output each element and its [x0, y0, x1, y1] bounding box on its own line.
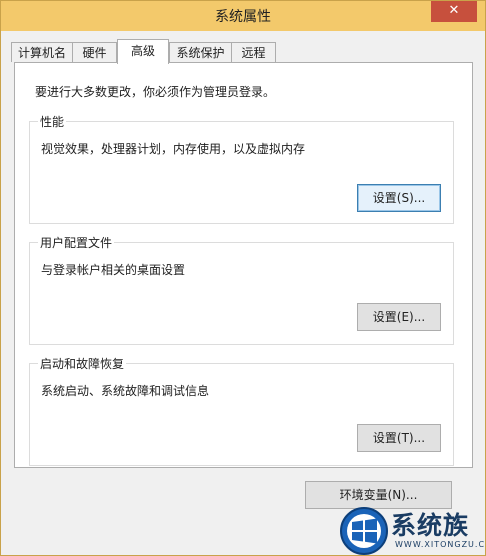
startup-recovery-description: 系统启动、系统故障和调试信息	[41, 384, 210, 398]
performance-description: 视觉效果，处理器计划，内存使用，以及虚拟内存	[41, 142, 306, 156]
user-profiles-description: 与登录帐户相关的桌面设置	[41, 263, 186, 277]
system-properties-window: 系统属性 ✕ 计算机名 硬件 高级 系统保护 远程 要进行大多数更改，你必须作为…	[0, 0, 486, 556]
admin-notice: 要进行大多数更改，你必须作为管理员登录。	[35, 85, 276, 99]
tab-advanced[interactable]: 高级	[117, 39, 169, 64]
user-profiles-group-title: 用户配置文件	[38, 234, 115, 251]
watermark-url: WWW.XITONGZU.COM	[395, 540, 486, 549]
performance-settings-button[interactable]: 设置(S)...	[357, 184, 441, 212]
user-profiles-settings-button[interactable]: 设置(E)...	[357, 303, 441, 331]
tab-remote[interactable]: 远程	[231, 42, 276, 62]
performance-group: 性能 视觉效果，处理器计划，内存使用，以及虚拟内存 设置(S)...	[29, 113, 454, 224]
window-title: 系统属性	[215, 9, 271, 25]
close-button[interactable]: ✕	[431, 1, 477, 22]
tab-computer-name[interactable]: 计算机名	[11, 42, 73, 62]
user-profiles-group: 用户配置文件 与登录帐户相关的桌面设置 设置(E)...	[29, 234, 454, 345]
watermark-logo: 系统族 WWW.XITONGZU.COM	[339, 504, 486, 555]
startup-recovery-group: 启动和故障恢复 系统启动、系统故障和调试信息 设置(T)...	[29, 355, 454, 466]
watermark-text: 系统族	[391, 511, 470, 540]
title-bar[interactable]: 系统属性 ✕	[1, 1, 485, 31]
tab-hardware[interactable]: 硬件	[72, 42, 117, 62]
startup-recovery-group-title: 启动和故障恢复	[38, 355, 127, 372]
startup-recovery-settings-button[interactable]: 设置(T)...	[357, 424, 441, 452]
advanced-tab-panel: 要进行大多数更改，你必须作为管理员登录。 性能 视觉效果，处理器计划，内存使用，…	[14, 62, 473, 468]
close-icon: ✕	[448, 3, 460, 18]
performance-group-title: 性能	[38, 113, 67, 130]
tab-system-protection[interactable]: 系统保护	[169, 42, 232, 62]
windows-logo-icon	[340, 507, 388, 555]
